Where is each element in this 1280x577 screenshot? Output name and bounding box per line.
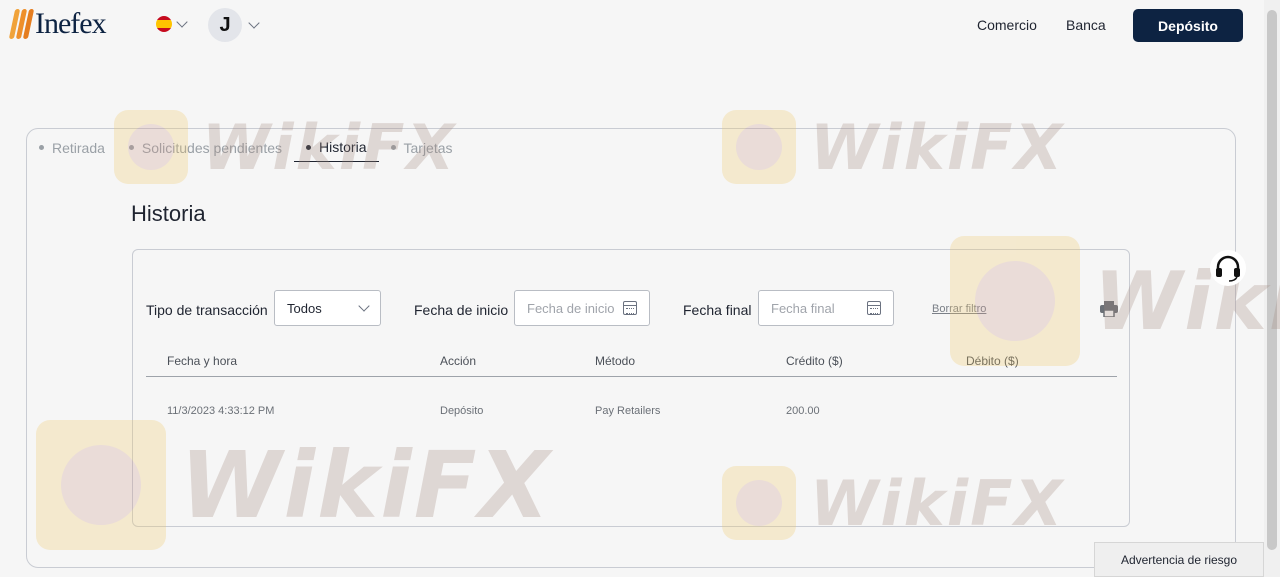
nav-comercio[interactable]: Comercio: [977, 17, 1037, 33]
avatar: J: [208, 8, 242, 42]
end-date-placeholder: Fecha final: [771, 300, 835, 316]
calendar-icon[interactable]: [623, 301, 637, 315]
transaction-type-value: Todos: [287, 300, 322, 316]
end-date-label: Fecha final: [683, 302, 752, 318]
user-menu[interactable]: J: [208, 8, 260, 42]
tab-historia[interactable]: Historia: [294, 139, 379, 162]
tab-label: Retirada: [52, 139, 105, 156]
tab-bullet: [39, 145, 44, 150]
logo-text: Inefex: [35, 7, 107, 40]
column-header: Crédito ($): [786, 354, 843, 368]
inefex-logo[interactable]: Inefex: [8, 7, 107, 41]
table-header: Fecha y hora Acción Método Crédito ($) D…: [146, 346, 1117, 377]
chevron-down-icon: [248, 17, 260, 29]
transaction-type-select[interactable]: Todos: [274, 290, 381, 326]
end-date-field[interactable]: Fecha final: [758, 290, 894, 326]
tab-bullet: [390, 145, 396, 150]
start-date-label: Fecha de inicio: [414, 302, 509, 318]
filter-bar: Tipo de transacción Todos Fecha de inici…: [146, 290, 1118, 330]
chevron-down-icon: [358, 300, 370, 312]
history-table: Fecha y hora Acción Método Crédito ($) D…: [146, 346, 1117, 417]
wallet-tabs: Retirada Solicitudes pendientes Historia…: [39, 139, 453, 162]
cell-datetime: 11/3/2023 4:33:12 PM: [167, 405, 275, 417]
tab-label: Tarjetas: [403, 139, 453, 156]
column-header: Acción: [440, 354, 477, 368]
chevron-down-icon: [176, 16, 188, 28]
calendar-icon[interactable]: [867, 301, 881, 315]
tab-solicitudes-pendientes[interactable]: Solicitudes pendientes: [128, 139, 283, 162]
nav-banca[interactable]: Banca: [1066, 17, 1106, 33]
clear-filter-link[interactable]: Borrar filtro: [932, 303, 986, 315]
page-title: Historia: [131, 201, 206, 226]
logo-mark-icon: [8, 9, 35, 39]
start-date-placeholder: Fecha de inicio: [527, 300, 615, 316]
transaction-type-label: Tipo de transacción: [146, 302, 268, 318]
tab-label: Historia: [319, 139, 367, 155]
page-scrollbar[interactable]: [1264, 0, 1280, 577]
tab-tarjetas[interactable]: Tarjetas: [390, 139, 453, 162]
printer-icon[interactable]: [1100, 301, 1118, 317]
cell-credit: 200.00: [786, 405, 820, 417]
tab-label: Solicitudes pendientes: [141, 139, 283, 156]
scrollbar-thumb[interactable]: [1267, 10, 1277, 550]
column-header: Fecha y hora: [167, 354, 238, 368]
risk-warning-button[interactable]: Advertencia de riesgo: [1094, 542, 1264, 577]
headset-support-icon[interactable]: [1210, 250, 1246, 286]
column-header: Débito ($): [966, 354, 1019, 368]
tab-bullet: [128, 145, 134, 150]
deposit-button[interactable]: Depósito: [1133, 9, 1243, 42]
tab-bullet: [306, 144, 312, 150]
language-selector[interactable]: [156, 16, 188, 32]
start-date-field[interactable]: Fecha de inicio: [514, 290, 650, 326]
top-header: Inefex J Comercio Banca Depósito: [0, 0, 1264, 56]
column-header: Método: [595, 354, 636, 368]
cell-method: Pay Retailers: [595, 405, 661, 417]
spain-flag-icon: [156, 16, 172, 32]
wallet-panel: Retirada Solicitudes pendientes Historia…: [26, 128, 1236, 568]
cell-action: Depósito: [440, 405, 484, 417]
table-row: 11/3/2023 4:33:12 PM Depósito Pay Retail…: [146, 377, 1117, 417]
history-card: Tipo de transacción Todos Fecha de inici…: [132, 249, 1130, 527]
tab-retirada[interactable]: Retirada: [39, 139, 105, 162]
